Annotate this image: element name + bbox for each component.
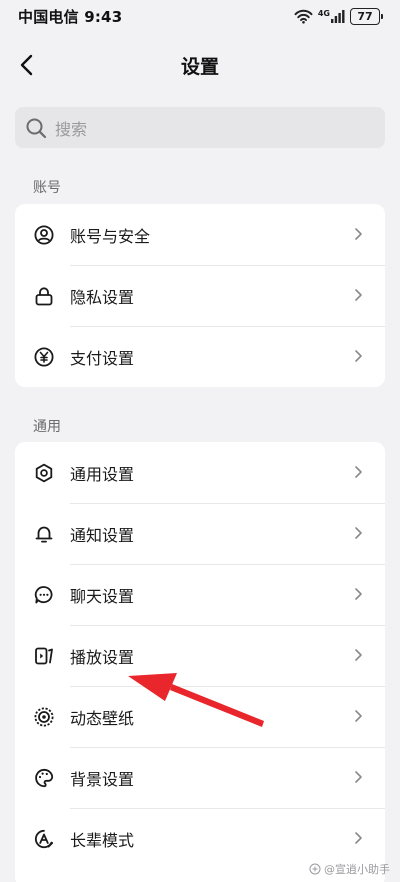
settings-item-label: 动态壁纸 — [70, 708, 135, 728]
settings-item-label: 聊天设置 — [70, 586, 135, 606]
yuan-icon — [34, 346, 54, 367]
settings-item-notifications[interactable]: 通知设置 — [15, 503, 385, 564]
search-placeholder: 搜索 — [55, 119, 88, 139]
status-icons: 4G 77 — [294, 7, 383, 25]
chevron-right-icon — [355, 289, 362, 301]
chevron-left-icon — [20, 54, 33, 76]
bell-icon — [34, 524, 54, 544]
chevron-right-icon — [355, 350, 362, 362]
play-device-icon — [34, 646, 54, 666]
settings-item-label: 播放设置 — [70, 647, 135, 667]
watermark-logo-icon — [309, 863, 321, 875]
network-type: 4G — [317, 8, 330, 18]
user-circle-icon — [34, 224, 54, 245]
account-settings-card: 账号与安全 隐私设置 支付设置 — [15, 204, 385, 387]
section-label-general: 通用 — [33, 419, 61, 435]
chevron-right-icon — [355, 710, 362, 722]
chevron-right-icon — [355, 832, 362, 844]
chat-bubble-icon — [34, 585, 54, 605]
elder-mode-icon — [34, 829, 54, 849]
chevron-right-icon — [355, 228, 362, 240]
settings-item-label: 通知设置 — [70, 525, 135, 545]
settings-item-label: 隐私设置 — [70, 287, 135, 307]
settings-item-label: 通用设置 — [70, 464, 135, 484]
chevron-right-icon — [355, 466, 362, 478]
section-label-account: 账号 — [33, 180, 61, 196]
settings-item-elder-mode[interactable]: 长辈模式 — [15, 808, 385, 869]
settings-item-playback[interactable]: 播放设置 — [15, 625, 385, 686]
signal-indicator: 4G — [317, 8, 345, 23]
settings-item-label: 账号与安全 — [70, 226, 151, 246]
signal-icon — [331, 9, 345, 23]
page-title: 设置 — [180, 55, 219, 78]
status-bar: 中国电信 9:43 4G 77 — [0, 0, 400, 32]
watermark: @宣逍小助手 — [309, 861, 390, 877]
chevron-right-icon — [355, 588, 362, 600]
navigation-bar: 设置 — [0, 40, 400, 90]
general-settings-card: 通用设置 通知设置 聊天设置 播放设置 动态壁纸 背景设置 长辈模式 — [15, 442, 385, 882]
dynamic-wallpaper-icon — [34, 706, 54, 727]
gear-icon — [34, 463, 54, 483]
carrier-time: 中国电信 9:43 — [18, 7, 123, 26]
settings-item-chat[interactable]: 聊天设置 — [15, 564, 385, 625]
settings-item-label: 支付设置 — [70, 348, 135, 368]
settings-item-general[interactable]: 通用设置 — [15, 442, 385, 503]
settings-item-dynamic-wallpaper[interactable]: 动态壁纸 — [15, 686, 385, 747]
chevron-right-icon — [355, 527, 362, 539]
lock-icon — [34, 286, 54, 306]
settings-item-account-security[interactable]: 账号与安全 — [15, 204, 385, 265]
chevron-right-icon — [355, 649, 362, 661]
watermark-text: @宣逍小助手 — [324, 863, 390, 876]
back-button[interactable] — [12, 50, 42, 80]
settings-item-label: 长辈模式 — [70, 830, 135, 850]
battery-indicator: 77 — [350, 7, 383, 25]
battery-level: 77 — [357, 9, 373, 23]
search-input[interactable]: 搜索 — [15, 107, 385, 148]
wifi-icon — [294, 9, 313, 24]
settings-item-background[interactable]: 背景设置 — [15, 747, 385, 808]
settings-item-payment[interactable]: 支付设置 — [15, 326, 385, 387]
settings-item-privacy[interactable]: 隐私设置 — [15, 265, 385, 326]
chevron-right-icon — [355, 771, 362, 783]
settings-item-label: 背景设置 — [70, 769, 135, 789]
search-icon — [26, 118, 47, 138]
palette-icon — [34, 768, 54, 788]
